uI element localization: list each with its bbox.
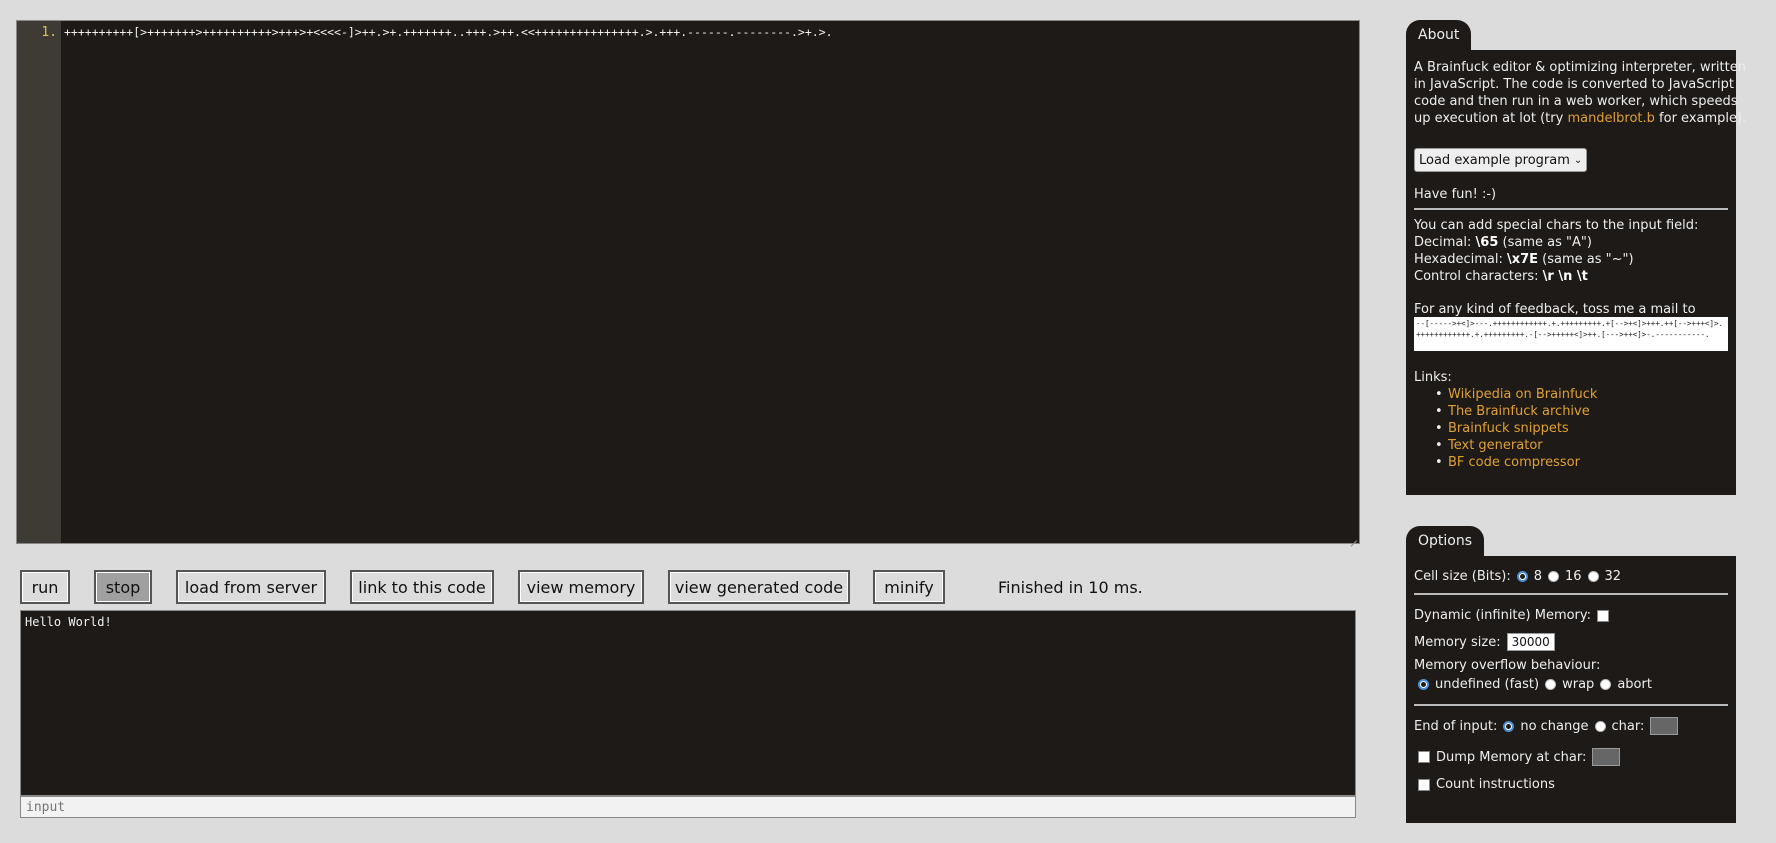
radio-label: 16	[1564, 569, 1582, 584]
code-compressor-link[interactable]: BF code compressor	[1448, 455, 1580, 470]
links-list: Wikipedia on Brainfuck The Brainfuck arc…	[1435, 386, 1597, 471]
options-panel: Cell size (Bits): 8 16 32 Dynamic (infin…	[1406, 556, 1736, 823]
dynamic-memory-checkbox[interactable]	[1597, 609, 1610, 622]
eoi-char-input[interactable]	[1650, 717, 1679, 735]
memory-size-row: Memory size: 30000	[1414, 633, 1555, 651]
dump-memory-checkbox[interactable]	[1418, 751, 1430, 763]
divider	[1414, 593, 1728, 595]
cell-size-label: Cell size (Bits):	[1414, 569, 1511, 584]
cell-size-8-radio[interactable]	[1516, 571, 1528, 582]
code-text[interactable]: ++++++++++[>+++++++>++++++++++>+++>+<<<<…	[64, 25, 833, 39]
view-generated-code-button[interactable]: view generated code	[668, 570, 850, 604]
hex-line: Hexadecimal: \x7E (same as "~")	[1414, 251, 1698, 268]
link-to-code-button[interactable]: link to this code	[350, 570, 494, 604]
memory-size-label: Memory size:	[1414, 634, 1501, 650]
output-area: Hello World!	[20, 610, 1356, 796]
line-number-gutter: 1.	[17, 21, 61, 543]
radio-label: no change	[1520, 718, 1589, 734]
label: Control characters:	[1414, 269, 1543, 284]
end-of-input-label: End of input:	[1414, 718, 1498, 734]
radio-label: 8	[1533, 569, 1542, 584]
load-from-server-button[interactable]: load from server	[176, 570, 326, 604]
count-instructions-checkbox[interactable]	[1418, 778, 1430, 791]
end-of-input-row: End of input: no change char:	[1414, 717, 1679, 735]
decimal-code: \65	[1475, 235, 1499, 250]
control-code: \r \n \t	[1542, 269, 1588, 284]
stop-button[interactable]: stop	[94, 570, 152, 604]
select-value: Load example program	[1419, 152, 1570, 168]
tab-about[interactable]: About	[1406, 20, 1472, 50]
email-code-box: --[----->+<]>---.++++++++++++.+.++++++++…	[1414, 317, 1728, 351]
cell-size-16-radio[interactable]	[1547, 571, 1559, 582]
list-item: BF code compressor	[1435, 454, 1597, 471]
snippets-link[interactable]: Brainfuck snippets	[1448, 421, 1569, 436]
overflow-abort-radio[interactable]	[1600, 679, 1612, 690]
eoi-char-radio[interactable]	[1594, 720, 1606, 732]
list-item: Wikipedia on Brainfuck	[1435, 386, 1597, 403]
dump-memory-char-input[interactable]	[1592, 748, 1621, 766]
control-line: Control characters: \r \n \t	[1414, 268, 1698, 285]
links-label: Links:	[1414, 370, 1452, 385]
dynamic-memory-row: Dynamic (infinite) Memory:	[1414, 607, 1610, 624]
list-item: The Brainfuck archive	[1435, 403, 1597, 420]
archive-link[interactable]: The Brainfuck archive	[1448, 404, 1590, 419]
line-number: 1.	[41, 25, 57, 40]
minify-button[interactable]: minify	[873, 570, 945, 604]
about-panel: A Brainfuck editor & optimizing interpre…	[1406, 50, 1746, 495]
decimal-line: Decimal: \65 (same as "A")	[1414, 234, 1698, 251]
intro-line: in JavaScript. The code is converted to …	[1414, 77, 1734, 92]
dump-memory-label: Dump Memory at char:	[1436, 749, 1587, 765]
special-chars-heading: You can add special chars to the input f…	[1414, 218, 1699, 233]
radio-label: undefined (fast)	[1435, 677, 1540, 692]
feedback-text: For any kind of feedback, toss me a mail…	[1414, 302, 1696, 317]
text-generator-link[interactable]: Text generator	[1448, 438, 1543, 453]
intro-text: for example).	[1654, 111, 1747, 126]
view-memory-button[interactable]: view memory	[518, 570, 644, 604]
intro-line: up execution at lot (try mandelbrot.b fo…	[1414, 110, 1746, 127]
radio-label: char:	[1611, 718, 1645, 734]
list-item: Brainfuck snippets	[1435, 420, 1597, 437]
program-input-field[interactable]	[20, 796, 1356, 818]
label: Decimal:	[1414, 235, 1476, 250]
run-button[interactable]: run	[20, 570, 70, 604]
code-editor[interactable]: 1. ++++++++++[>+++++++>++++++++++>+++>+<…	[16, 20, 1360, 544]
overflow-undefined-radio[interactable]	[1418, 679, 1429, 690]
memory-size-input[interactable]: 30000	[1506, 633, 1555, 651]
count-instructions-row: Count instructions	[1418, 776, 1555, 793]
dump-memory-row: Dump Memory at char:	[1418, 748, 1621, 766]
tab-options[interactable]: Options	[1406, 526, 1485, 556]
example-program-select[interactable]: Load example program ⌄	[1414, 148, 1588, 172]
cell-size-row: Cell size (Bits): 8 16 32	[1414, 568, 1621, 585]
have-fun-text: Have fun! :-)	[1414, 187, 1497, 202]
run-status: Finished in 10 ms.	[998, 578, 1143, 597]
divider	[1414, 208, 1728, 210]
hex-code: \x7E	[1506, 252, 1539, 267]
intro-line: code and then run in a web worker, which…	[1414, 94, 1738, 109]
intro-text: up execution at lot (try	[1414, 111, 1568, 126]
count-instructions-label: Count instructions	[1436, 777, 1555, 792]
wikipedia-link[interactable]: Wikipedia on Brainfuck	[1448, 387, 1597, 402]
overflow-wrap-radio[interactable]	[1545, 679, 1557, 690]
list-item: Text generator	[1435, 437, 1597, 454]
dynamic-memory-label: Dynamic (infinite) Memory:	[1414, 608, 1592, 623]
intro-line: A Brainfuck editor & optimizing interpre…	[1414, 60, 1746, 75]
mandelbrot-link[interactable]: mandelbrot.b	[1567, 111, 1654, 126]
note: (same as "A")	[1498, 235, 1592, 250]
label: Hexadecimal:	[1414, 252, 1507, 267]
overflow-label: Memory overflow behaviour:	[1414, 658, 1601, 673]
chevron-down-icon: ⌄	[1573, 154, 1583, 166]
note: (same as "~")	[1538, 252, 1634, 267]
special-chars-info: You can add special chars to the input f…	[1414, 217, 1698, 285]
eoi-no-change-radio[interactable]	[1503, 720, 1515, 732]
radio-label: wrap	[1562, 677, 1595, 692]
resize-handle-icon[interactable]	[1348, 532, 1358, 542]
radio-label: 32	[1604, 569, 1622, 584]
overflow-row: undefined (fast) wrap abort	[1418, 676, 1652, 693]
radio-label: abort	[1617, 677, 1652, 692]
divider	[1414, 704, 1728, 706]
cell-size-32-radio[interactable]	[1587, 571, 1599, 582]
about-intro: A Brainfuck editor & optimizing interpre…	[1414, 59, 1746, 127]
